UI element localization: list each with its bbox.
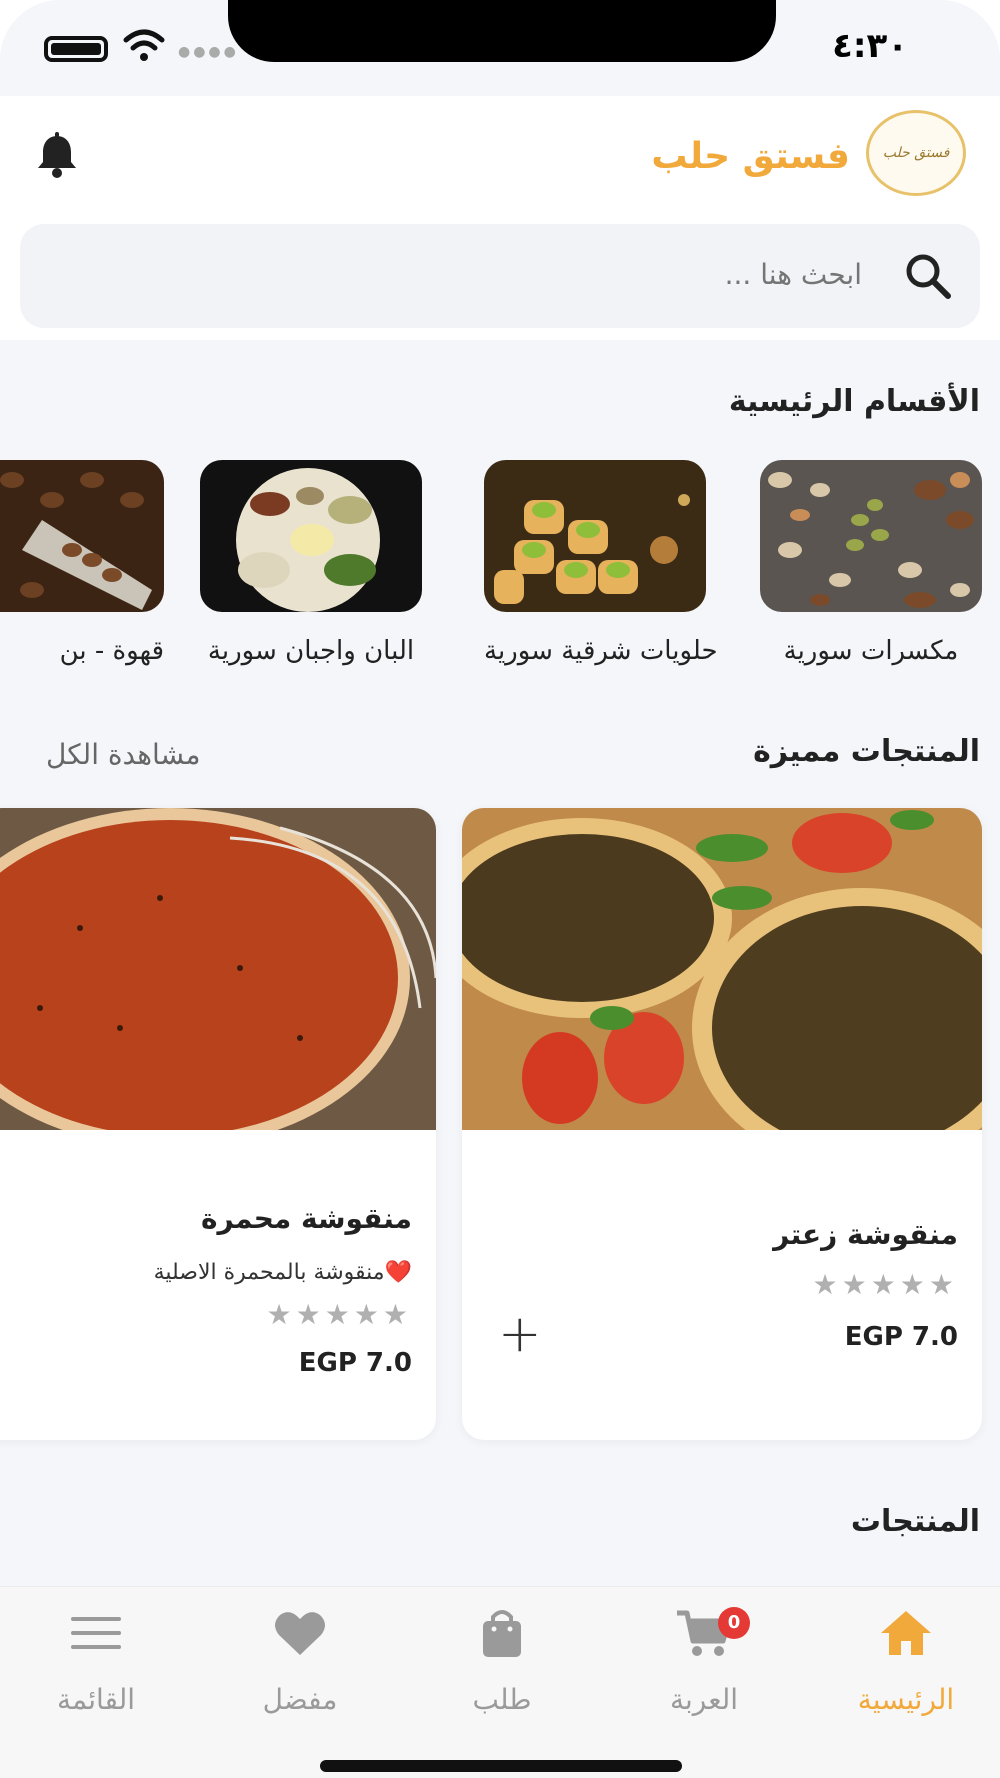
product-card[interactable]: منقوشة زعتر ★★★★★ EGP 7.0 +: [462, 808, 982, 1440]
notch: [228, 0, 776, 62]
products-title: المنتجات: [850, 1504, 980, 1539]
see-all-link[interactable]: مشاهدة الكل: [46, 738, 201, 771]
nav-label: مفضل: [262, 1683, 338, 1716]
brand-name: فستق حلب: [651, 136, 850, 177]
product-price: EGP 7.0: [844, 1322, 958, 1352]
status-time: ٤:٣٠: [832, 26, 908, 66]
category-label: البان واجبان سورية: [207, 636, 415, 666]
product-price: EGP 7.0: [298, 1348, 412, 1378]
search-bar[interactable]: [20, 224, 980, 328]
product-image-zaatar: [462, 808, 982, 1168]
add-to-cart-button[interactable]: +: [498, 1304, 542, 1364]
featured-title: المنتجات مميزة: [753, 734, 980, 769]
product-name: منقوشة زعتر: [773, 1218, 958, 1251]
product-card[interactable]: منقوشة محمرة منقوشة بالمحمرة الاصلية❤️ ★…: [0, 808, 436, 1440]
nav-item-favorites[interactable]: مفضل: [220, 1607, 380, 1716]
nav-label: العربة: [669, 1683, 739, 1716]
nav-item-menu[interactable]: القائمة: [16, 1607, 176, 1716]
product-name: منقوشة محمرة: [201, 1202, 412, 1235]
nav-label: القائمة: [57, 1683, 135, 1716]
nav-item-home[interactable]: الرئيسية: [826, 1607, 986, 1716]
brand-logo[interactable]: فستق حلب: [866, 110, 966, 196]
app-screen: ●●●● ٤:٣٠ فستق حلب فستق حلب الأقسام الرئ…: [0, 0, 1000, 1778]
nav-item-cart[interactable]: 0 العربة: [624, 1607, 784, 1716]
product-image-muhammara: [0, 808, 436, 1148]
heart-icon: [275, 1612, 325, 1655]
wifi-icon: [123, 29, 165, 61]
cart-badge: 0: [718, 1607, 750, 1639]
home-indicator: [320, 1760, 682, 1772]
bottom-nav: الرئيسية 0 العربة طلب مفضل القائمة: [0, 1586, 1000, 1778]
battery-icon: [44, 36, 108, 62]
nav-label: طلب: [472, 1683, 532, 1716]
nav-label: الرئيسية: [857, 1683, 955, 1716]
category-label: حلويات شرقية سورية: [484, 636, 718, 666]
category-item[interactable]: مكسرات سورية: [760, 460, 982, 666]
product-description: منقوشة بالمحمرة الاصلية❤️: [153, 1260, 412, 1285]
category-item[interactable]: حلويات شرقية سورية: [484, 460, 718, 666]
category-image-nuts: [760, 460, 982, 612]
category-label: قهوة - بن: [59, 636, 164, 666]
signal-icon: ●●●●: [178, 44, 239, 60]
bell-icon[interactable]: [34, 132, 80, 178]
bag-icon: [483, 1610, 521, 1657]
rating-stars: ★★★★★: [812, 1268, 958, 1301]
status-bar: ●●●● ٤:٣٠: [0, 0, 1000, 92]
category-image-dairy: [200, 460, 422, 612]
rating-stars: ★★★★★: [266, 1298, 412, 1331]
menu-icon: [71, 1617, 121, 1649]
search-icon[interactable]: [902, 250, 954, 302]
category-image-sweets: [484, 460, 706, 612]
category-item[interactable]: البان واجبان سورية: [200, 460, 422, 666]
home-icon: [881, 1611, 931, 1655]
categories-title: الأقسام الرئيسية: [728, 384, 980, 419]
search-input[interactable]: [462, 258, 862, 291]
category-label: مكسرات سورية: [783, 636, 959, 666]
category-item[interactable]: قهوة - بن: [0, 460, 164, 666]
category-image-coffee: [0, 460, 164, 612]
app-header: فستق حلب فستق حلب: [0, 96, 1000, 340]
nav-item-order[interactable]: طلب: [422, 1607, 582, 1716]
